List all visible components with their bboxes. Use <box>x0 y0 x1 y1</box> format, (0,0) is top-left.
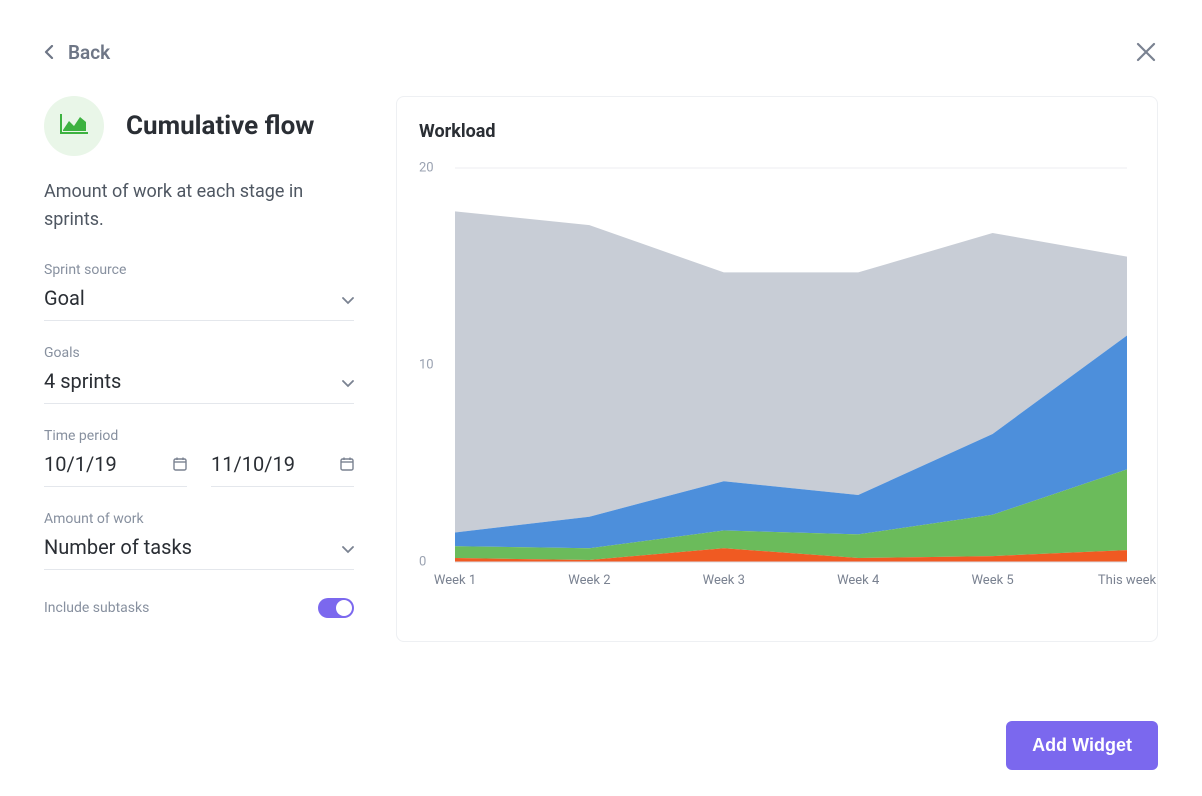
chevron-down-icon <box>342 369 354 393</box>
goals-value: 4 sprints <box>44 369 121 393</box>
x-tick-label: This week <box>1098 573 1156 588</box>
date-to-value: 11/10/19 <box>211 452 295 476</box>
config-panel: Cumulative flow Amount of work at each s… <box>44 96 354 642</box>
amount-of-work-value: Number of tasks <box>44 535 192 559</box>
close-button[interactable] <box>1134 40 1158 64</box>
toggle-knob <box>336 600 352 616</box>
field-label-amount-of-work: Amount of work <box>44 511 354 527</box>
x-tick-label: Week 4 <box>837 573 879 588</box>
field-label-sprint-source: Sprint source <box>44 262 354 278</box>
chart-plot: 01020Week 1Week 2Week 3Week 4Week 5This … <box>419 160 1135 590</box>
back-button[interactable]: Back <box>44 41 110 64</box>
calendar-icon <box>173 452 187 476</box>
x-tick-label: Week 2 <box>568 573 610 588</box>
x-tick-label: Week 1 <box>434 573 476 588</box>
y-tick-label: 20 <box>419 161 434 176</box>
widget-title: Cumulative flow <box>126 111 314 141</box>
date-from-value: 10/1/19 <box>44 452 117 476</box>
calendar-icon <box>340 452 354 476</box>
chevron-down-icon <box>342 535 354 559</box>
x-tick-label: Week 3 <box>703 573 745 588</box>
widget-type-icon-wrapper <box>44 96 104 156</box>
amount-of-work-select[interactable]: Number of tasks <box>44 535 354 570</box>
add-widget-button[interactable]: Add Widget <box>1006 721 1158 770</box>
field-label-goals: Goals <box>44 345 354 361</box>
area-chart-icon <box>60 114 88 138</box>
include-subtasks-toggle[interactable] <box>318 598 354 618</box>
sprint-source-select[interactable]: Goal <box>44 286 354 321</box>
back-label: Back <box>68 41 110 64</box>
chart-card: Workload 01020Week 1Week 2Week 3Week 4We… <box>396 96 1158 642</box>
goals-select[interactable]: 4 sprints <box>44 369 354 404</box>
close-icon <box>1134 40 1158 64</box>
field-label-time-period: Time period <box>44 428 354 444</box>
y-tick-label: 10 <box>419 358 434 373</box>
widget-description: Amount of work at each stage in sprints. <box>44 178 354 234</box>
chevron-left-icon <box>44 45 54 59</box>
chevron-down-icon <box>342 286 354 310</box>
chart-title: Workload <box>419 121 1135 142</box>
date-to-input[interactable]: 11/10/19 <box>211 452 354 487</box>
include-subtasks-label: Include subtasks <box>44 600 149 616</box>
date-from-input[interactable]: 10/1/19 <box>44 452 187 487</box>
x-tick-label: Week 5 <box>971 573 1013 588</box>
sprint-source-value: Goal <box>44 286 85 310</box>
